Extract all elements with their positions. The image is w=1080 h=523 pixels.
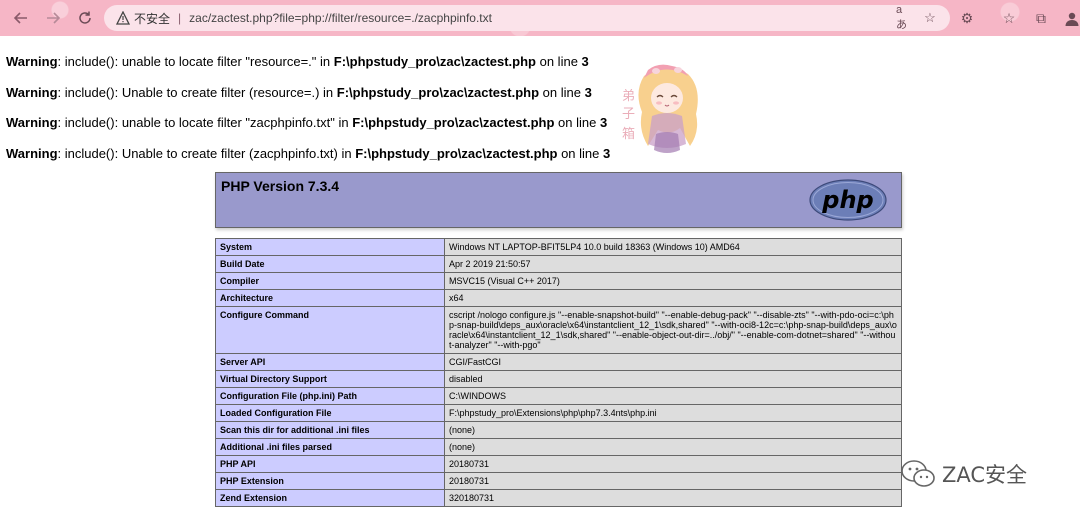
info-key: Loaded Configuration File: [215, 404, 445, 422]
phpinfo-table: System Windows NT LAPTOP-BFIT5LP4 10.0 bu…: [215, 238, 902, 507]
table-row: Loaded Configuration File F:\phpstudy_pro…: [215, 404, 902, 422]
back-button[interactable]: [10, 7, 32, 29]
info-value: (none): [444, 438, 902, 456]
warning-path: F:\phpstudy_pro\zac\zactest.php: [355, 146, 558, 162]
profile-avatar-icon[interactable]: [1064, 9, 1080, 27]
url-text[interactable]: zac/zactest.php?file=php://filter/resour…: [189, 11, 492, 25]
table-row: Zend Extension 320180731: [215, 489, 902, 507]
warning-line-number: 3: [599, 115, 608, 131]
insecure-label[interactable]: 不安全: [134, 10, 170, 27]
arrow-right-icon: [47, 12, 61, 24]
address-bar[interactable]: 不安全 | zac/zactest.php?file=php://filter/…: [104, 4, 950, 31]
warning-line-number: 3: [584, 84, 592, 100]
info-key: Zend Extension: [215, 489, 445, 507]
table-row: Build Date Apr 2 2019 21:50:57: [215, 255, 902, 273]
wechat-icon: [901, 460, 935, 487]
warning-triangle-icon: [116, 11, 130, 25]
info-key: PHP API: [215, 455, 445, 473]
table-row: Architecture x64: [215, 289, 902, 307]
svg-text:弟: 弟: [622, 89, 635, 104]
info-key: Scan this dir for additional .ini files: [215, 421, 445, 439]
php-logo-icon: php: [809, 179, 887, 221]
phpinfo-block: PHP Version 7.3.4 php System Windows NT L…: [215, 172, 902, 507]
info-value: disabled: [444, 370, 902, 388]
table-row: PHP Extension 20180731: [215, 472, 902, 490]
extensions-icon[interactable]: ⚙: [958, 9, 976, 27]
warning-on-line: on line: [539, 84, 585, 100]
table-row: Compiler MSVC15 (Visual C++ 2017): [215, 272, 902, 290]
warning-text: : include(): Unable to create filter (za…: [57, 146, 356, 162]
info-key: Configuration File (php.ini) Path: [215, 387, 445, 405]
warning-path: F:\phpstudy_pro\zac\zactest.php: [352, 115, 555, 131]
wechat-watermark: ZAC安全: [900, 459, 1027, 489]
table-row: Configure Command cscript /nologo configu…: [215, 306, 902, 354]
info-value: Windows NT LAPTOP-BFIT5LP4 10.0 build 18…: [444, 238, 902, 256]
warning-path: F:\phpstudy_pro\zac\zactest.php: [333, 54, 536, 69]
table-row: Additional .ini files parsed (none): [215, 438, 902, 456]
warning-line-number: 3: [581, 54, 589, 69]
info-value: (none): [444, 421, 902, 439]
table-row: PHP API 20180731: [215, 455, 902, 473]
php-version-title: PHP Version 7.3.4: [221, 178, 340, 194]
warning-line: Warning: include(): Unable to create fil…: [6, 85, 610, 116]
warning-label: Warning: [6, 54, 58, 69]
info-key: System: [215, 238, 445, 256]
warning-line: Warning: include(): unable to locate fil…: [6, 115, 610, 146]
info-value: 20180731: [444, 455, 902, 473]
info-key: Virtual Directory Support: [215, 370, 445, 388]
warning-label: Warning: [6, 84, 58, 100]
table-row: Configuration File (php.ini) Path C:\WIND…: [215, 387, 902, 405]
info-value: cscript /nologo configure.js "--enable-s…: [444, 306, 902, 354]
table-row: Server API CGI/FastCGI: [215, 353, 902, 371]
info-value: MSVC15 (Visual C++ 2017): [444, 272, 902, 290]
collections-icon[interactable]: ⧉: [1032, 9, 1050, 27]
phpinfo-header: PHP Version 7.3.4 php: [215, 172, 902, 228]
warning-messages: Warning: include(): unable to locate fil…: [6, 54, 610, 177]
watermark-text: ZAC安全: [942, 463, 1028, 487]
info-value: C:\WINDOWS: [444, 387, 902, 405]
svg-text:箱: 箱: [622, 126, 635, 142]
reload-button[interactable]: [74, 7, 96, 29]
favorite-star-icon[interactable]: ☆: [922, 10, 938, 26]
forward-button[interactable]: [42, 7, 64, 29]
svg-text:子: 子: [622, 107, 635, 122]
warning-on-line: on line: [536, 54, 582, 69]
warning-on-line: on line: [554, 115, 600, 131]
info-key: Additional .ini files parsed: [215, 438, 445, 456]
info-key: PHP Extension: [215, 472, 445, 490]
info-value: F:\phpstudy_pro\Extensions\php\php7.3.4n…: [444, 404, 902, 422]
info-value: 320180731: [444, 489, 902, 507]
browser-toolbar: 不安全 | zac/zactest.php?file=php://filter/…: [0, 0, 1080, 36]
info-key: Compiler: [215, 272, 445, 290]
arrow-left-icon: [13, 12, 27, 24]
info-key: Build Date: [215, 255, 445, 273]
read-aloud-icon[interactable]: aあ: [896, 4, 912, 31]
warning-text: : include(): Unable to create filter (re…: [57, 84, 337, 100]
info-value: CGI/FastCGI: [444, 353, 902, 371]
warning-line: Warning: include(): unable to locate fil…: [6, 54, 610, 85]
warning-on-line: on line: [557, 146, 604, 162]
warning-label: Warning: [6, 115, 58, 131]
info-key: Configure Command: [215, 306, 445, 354]
svg-text:php: php: [821, 186, 873, 214]
warning-path: F:\phpstudy_pro\zac\zactest.php: [336, 84, 540, 100]
info-value: 20180731: [444, 472, 902, 490]
info-key: Architecture: [215, 289, 445, 307]
warning-text: : include(): unable to locate filter "za…: [57, 115, 353, 131]
favorites-list-icon[interactable]: ☆: [1000, 9, 1018, 27]
info-value: Apr 2 2019 21:50:57: [444, 255, 902, 273]
anime-girl-sticker: 弟 子 箱: [622, 64, 698, 153]
warning-label: Warning: [6, 146, 58, 162]
info-value: x64: [444, 289, 902, 307]
table-row: Virtual Directory Support disabled: [215, 370, 902, 388]
info-key: Server API: [215, 353, 445, 371]
table-row: System Windows NT LAPTOP-BFIT5LP4 10.0 bu…: [215, 238, 902, 256]
address-separator: |: [178, 11, 182, 25]
refresh-icon: [79, 11, 91, 24]
table-row: Scan this dir for additional .ini files(…: [215, 421, 902, 439]
warning-text: : include(): unable to locate filter "re…: [57, 54, 334, 69]
